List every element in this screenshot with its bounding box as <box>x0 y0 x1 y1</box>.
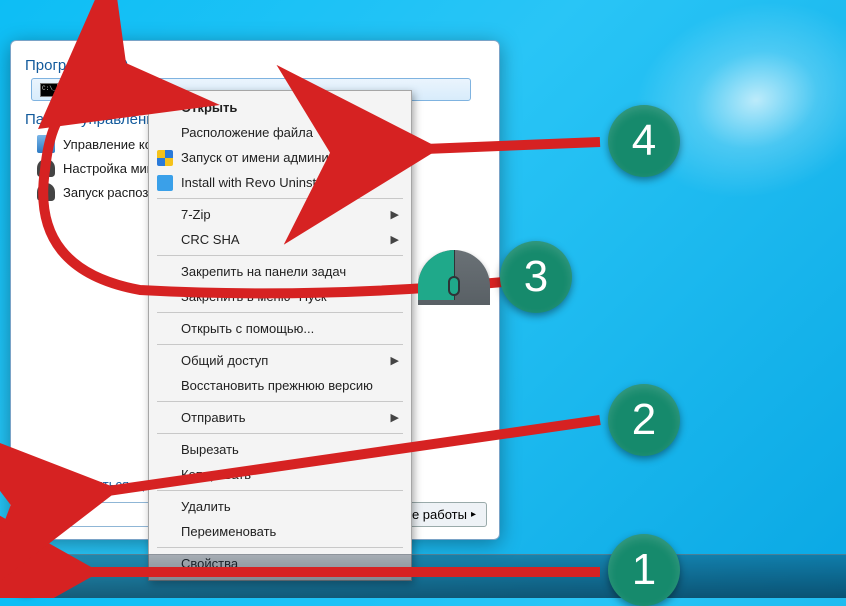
annotation-badge-4: 4 <box>608 105 680 177</box>
ctx-send-to[interactable]: Отправить ▶ <box>151 405 409 430</box>
start-button[interactable] <box>6 556 46 596</box>
ctx-label: Закрепить на панели задач <box>181 264 346 279</box>
ctx-label: CRC SHA <box>181 232 240 247</box>
ctx-separator <box>157 344 403 345</box>
submenu-arrow-icon: ▶ <box>391 233 399 246</box>
ctx-separator <box>157 255 403 256</box>
ctx-label: 7-Zip <box>181 207 211 222</box>
monitor-icon <box>37 135 55 153</box>
badge-number: 2 <box>632 395 656 445</box>
ctx-label: Запуск от имени администратора <box>181 150 383 165</box>
badge-number: 1 <box>632 545 656 595</box>
ctx-pin-start[interactable]: Закрепить в меню "Пуск" <box>151 284 409 309</box>
ctx-run-as-admin[interactable]: Запуск от имени администратора <box>151 145 409 170</box>
ctx-label: Переименовать <box>181 524 276 539</box>
submenu-arrow-icon: ▶ <box>391 411 399 424</box>
badge-number: 4 <box>632 116 656 166</box>
ctx-label: Удалить <box>181 499 231 514</box>
ctx-rename[interactable]: Переименовать <box>151 519 409 544</box>
mouse-rightclick-icon <box>418 250 490 305</box>
ctx-label: Отправить <box>181 410 245 425</box>
microphone-icon <box>37 159 55 177</box>
annotation-badge-3: 3 <box>500 241 572 313</box>
ctx-share[interactable]: Общий доступ ▶ <box>151 348 409 373</box>
ctx-label: Закрепить в меню "Пуск" <box>181 289 331 304</box>
cmd-icon <box>40 83 58 97</box>
ctx-label: Восстановить прежнюю версию <box>181 378 373 393</box>
ctx-separator <box>157 198 403 199</box>
ctx-separator <box>157 490 403 491</box>
programs-heading: Программы (1) <box>25 57 485 74</box>
shield-icon <box>157 150 173 166</box>
context-menu: Открыть Расположение файла Запуск от име… <box>148 90 412 581</box>
annotation-badge-1: 1 <box>608 534 680 606</box>
badge-number: 3 <box>524 252 548 302</box>
search-input[interactable] <box>23 502 153 527</box>
ctx-open-location[interactable]: Расположение файла <box>151 120 409 145</box>
search-icon <box>23 478 37 492</box>
ctx-label: Копировать <box>181 467 251 482</box>
taskbar <box>0 554 846 598</box>
ctx-separator <box>157 547 403 548</box>
ctx-label: Вырезать <box>181 442 239 457</box>
ctx-label: Расположение файла <box>181 125 313 140</box>
microphone-icon <box>37 183 55 201</box>
ctx-open[interactable]: Открыть <box>151 95 409 120</box>
ctx-label: Общий доступ <box>181 353 268 368</box>
ctx-label: Открыть <box>181 100 237 115</box>
ctx-label: Открыть с помощью... <box>181 321 314 336</box>
submenu-arrow-icon: ▶ <box>391 208 399 221</box>
annotation-badge-2: 2 <box>608 384 680 456</box>
ctx-open-with[interactable]: Открыть с помощью... <box>151 316 409 341</box>
ctx-label: Install with Revo Uninstaller Pro <box>181 175 365 190</box>
ctx-7zip[interactable]: 7-Zip ▶ <box>151 202 409 227</box>
ctx-delete[interactable]: Удалить <box>151 494 409 519</box>
ctx-crc[interactable]: CRC SHA ▶ <box>151 227 409 252</box>
ctx-copy[interactable]: Копировать <box>151 462 409 487</box>
ctx-revo[interactable]: Install with Revo Uninstaller Pro <box>151 170 409 195</box>
ctx-pin-taskbar[interactable]: Закрепить на панели задач <box>151 259 409 284</box>
chevron-right-icon: ▸ <box>471 509 476 520</box>
ctx-separator <box>157 401 403 402</box>
ctx-separator <box>157 312 403 313</box>
revo-icon <box>157 175 173 191</box>
ctx-cut[interactable]: Вырезать <box>151 437 409 462</box>
ctx-separator <box>157 433 403 434</box>
submenu-arrow-icon: ▶ <box>391 354 399 367</box>
ctx-restore[interactable]: Восстановить прежнюю версию <box>151 373 409 398</box>
